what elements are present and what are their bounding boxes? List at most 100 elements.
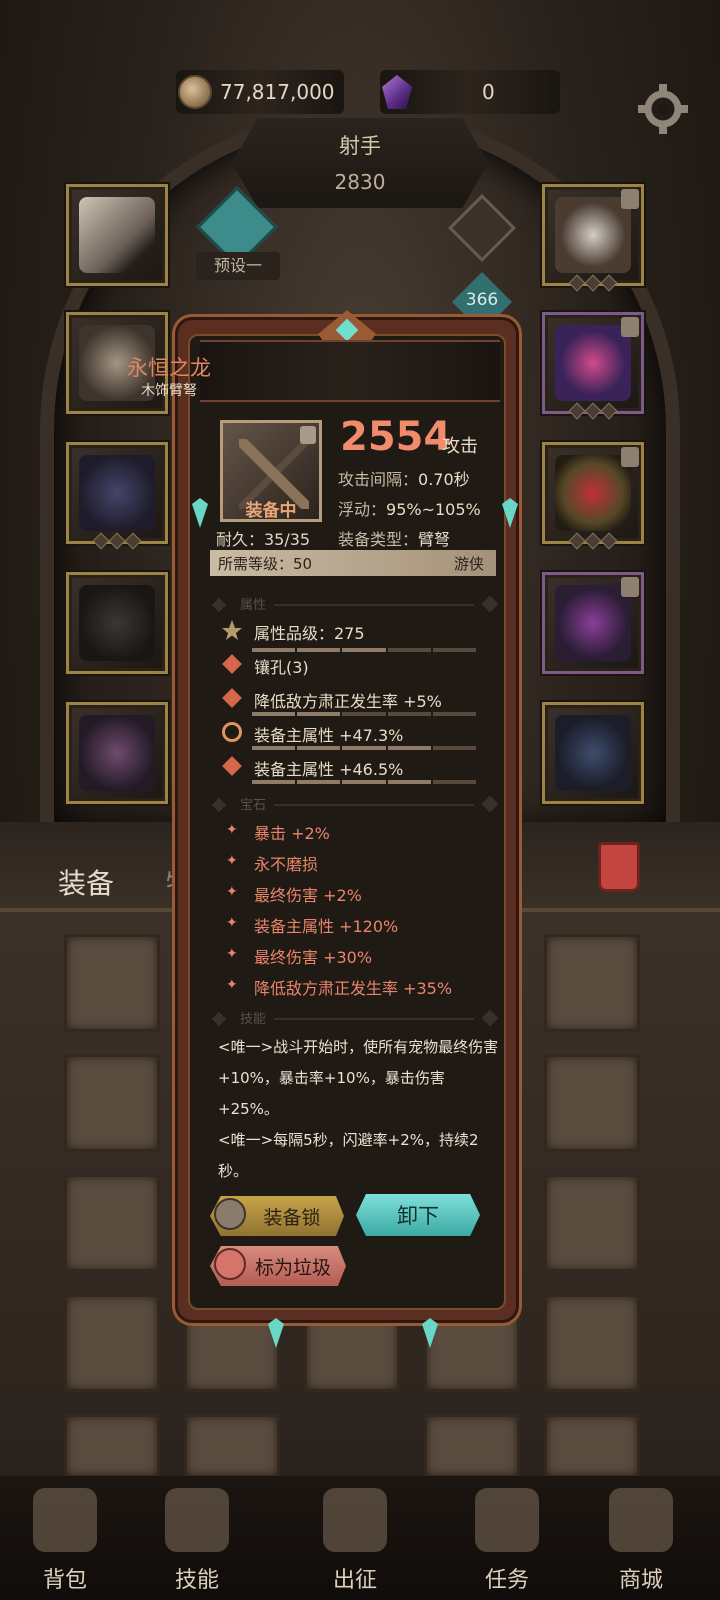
skill-book-icon bbox=[165, 1488, 229, 1552]
lock-icon bbox=[621, 317, 639, 337]
attribute-line: 降低敌方肃正发生率 +5% bbox=[254, 692, 442, 711]
settings-gear-icon[interactable] bbox=[636, 82, 690, 136]
purple-gem-icon bbox=[382, 75, 412, 109]
equip-slot-bracer[interactable] bbox=[542, 572, 644, 674]
sparkle-icon: ✦ bbox=[226, 853, 238, 869]
attribute-bar bbox=[252, 746, 477, 750]
inventory-cell[interactable] bbox=[544, 1294, 640, 1392]
backpack-icon bbox=[33, 1488, 97, 1552]
shop-crown-icon bbox=[609, 1488, 673, 1552]
socket-pips bbox=[568, 274, 618, 292]
lock-icon bbox=[621, 577, 639, 597]
inventory-cell[interactable] bbox=[544, 1414, 640, 1478]
thorn-bracer-icon bbox=[555, 585, 631, 661]
lock-icon bbox=[300, 426, 316, 444]
preset-selector[interactable]: 预设一 bbox=[196, 252, 280, 280]
inventory-cell[interactable] bbox=[64, 1414, 160, 1478]
trash-can-icon[interactable] bbox=[598, 842, 640, 892]
equip-slot-gloves[interactable] bbox=[542, 702, 644, 804]
attribute-line: 属性品级：275 bbox=[254, 624, 365, 643]
equipped-label: 装备中 bbox=[245, 501, 297, 521]
dragon-ring-icon bbox=[555, 325, 631, 401]
equip-slot-boots[interactable] bbox=[66, 702, 168, 804]
equip-slot-armor[interactable] bbox=[66, 442, 168, 550]
nav-label: 任务 bbox=[484, 1568, 529, 1593]
hero-class-name: 射手 bbox=[339, 134, 381, 158]
gem-stat: 最终伤害 +30% bbox=[254, 948, 373, 967]
sparkle-icon: ✦ bbox=[226, 822, 238, 838]
inventory-cell[interactable] bbox=[64, 934, 160, 1032]
attribute-line: 装备主属性 +46.5% bbox=[254, 760, 404, 779]
durability: 耐久：35/35 bbox=[216, 530, 311, 549]
equip-type: 装备类型：臂弩 bbox=[338, 530, 451, 549]
equip-slot-necklace[interactable] bbox=[542, 184, 644, 292]
lock-icon bbox=[621, 447, 639, 467]
sparkle-icon: ✦ bbox=[226, 946, 238, 962]
inventory-cell[interactable] bbox=[64, 1294, 160, 1392]
item-type: 木饰臂弩 bbox=[141, 383, 197, 399]
socket-pips bbox=[568, 402, 618, 420]
nav-label: 出征 bbox=[332, 1568, 377, 1593]
section-gems: 宝石 bbox=[214, 792, 496, 813]
gem-stat: 最终伤害 +2% bbox=[254, 886, 362, 905]
gem-counter: 0 bbox=[380, 70, 560, 114]
dark-armor-icon bbox=[79, 455, 155, 531]
gem-stat: 装备主属性 +120% bbox=[254, 917, 399, 936]
damage-float: 浮动：95%~105% bbox=[338, 500, 481, 519]
nav-quests[interactable]: 任务 bbox=[452, 1480, 562, 1600]
inventory-cell[interactable] bbox=[424, 1414, 520, 1478]
gold-coin-icon bbox=[178, 75, 212, 109]
attack-interval: 攻击间隔：0.70秒 bbox=[338, 470, 470, 489]
nav-backpack[interactable]: 背包 bbox=[10, 1480, 120, 1600]
padlock-icon bbox=[214, 1198, 246, 1230]
inventory-cell[interactable] bbox=[544, 1054, 640, 1152]
attribute-bar bbox=[252, 712, 477, 716]
skill-line: <唯一>每隔5秒，闪避率+2%，持续2秒。 bbox=[218, 1131, 479, 1180]
inventory-cell[interactable] bbox=[184, 1414, 280, 1478]
gem-stat: 暴击 +2% bbox=[254, 824, 330, 843]
gem-stat: 降低敌方肃正发生率 +35% bbox=[254, 979, 453, 998]
tab-equipment[interactable]: 装备 bbox=[58, 862, 114, 902]
sparkle-icon: ✦ bbox=[226, 915, 238, 931]
gold-counter: 77,817,000 bbox=[176, 70, 344, 114]
attribute-line: 镶孔(3) bbox=[254, 658, 309, 677]
section-skills: 技能 bbox=[214, 1006, 496, 1027]
red-eye-shield-icon bbox=[555, 455, 631, 531]
gem-amount: 0 bbox=[482, 80, 495, 104]
nav-shop[interactable]: 商城 bbox=[586, 1480, 696, 1600]
attribute-bar bbox=[252, 648, 477, 652]
unequip-button[interactable]: 卸下 bbox=[356, 1194, 480, 1236]
inventory-cell[interactable] bbox=[544, 1174, 640, 1272]
attack-label: 攻击 bbox=[442, 436, 478, 457]
expedition-map-icon bbox=[323, 1488, 387, 1552]
required-level: 所需等级：50 bbox=[218, 555, 313, 573]
quest-horn-icon bbox=[475, 1488, 539, 1552]
inventory-cell[interactable] bbox=[64, 1174, 160, 1272]
nav-expedition[interactable]: 出征 bbox=[300, 1480, 410, 1600]
inventory-cell[interactable] bbox=[544, 934, 640, 1032]
attribute-bar bbox=[252, 780, 477, 784]
section-attributes: 属性 bbox=[214, 592, 496, 613]
gem-stat: 永不磨损 bbox=[254, 855, 319, 874]
dark-gloves-icon bbox=[555, 715, 631, 791]
item-name: 永恒之龙 bbox=[127, 356, 211, 380]
nav-skills[interactable]: 技能 bbox=[142, 1480, 252, 1600]
attribute-line: 装备主属性 +47.3% bbox=[254, 726, 404, 745]
equip-slot-ring[interactable] bbox=[542, 312, 644, 420]
attack-value: 2554 bbox=[340, 414, 452, 460]
skill-description: <唯一>战斗开始时，使所有宠物最终伤害+10%，暴击率+10%，暴击伤害+25%… bbox=[218, 1032, 502, 1187]
leather-pants-icon bbox=[79, 585, 155, 661]
gold-amount: 77,817,000 bbox=[220, 80, 335, 104]
class-restriction: 游侠 bbox=[454, 555, 485, 573]
nav-label: 商城 bbox=[618, 1568, 663, 1593]
equip-slot-wings[interactable] bbox=[66, 184, 168, 286]
skill-line: <唯一>战斗开始时，使所有宠物最终伤害+10%，暴击率+10%，暴击伤害+25%… bbox=[218, 1038, 499, 1118]
socket-pips bbox=[92, 532, 142, 550]
sparkle-icon: ✦ bbox=[226, 884, 238, 900]
nav-label: 背包 bbox=[42, 1568, 87, 1593]
cycle-stat-icon bbox=[222, 722, 242, 742]
lock-icon bbox=[621, 189, 639, 209]
inventory-cell[interactable] bbox=[64, 1054, 160, 1152]
equip-slot-pants[interactable] bbox=[66, 572, 168, 674]
equip-slot-shield[interactable] bbox=[542, 442, 644, 550]
